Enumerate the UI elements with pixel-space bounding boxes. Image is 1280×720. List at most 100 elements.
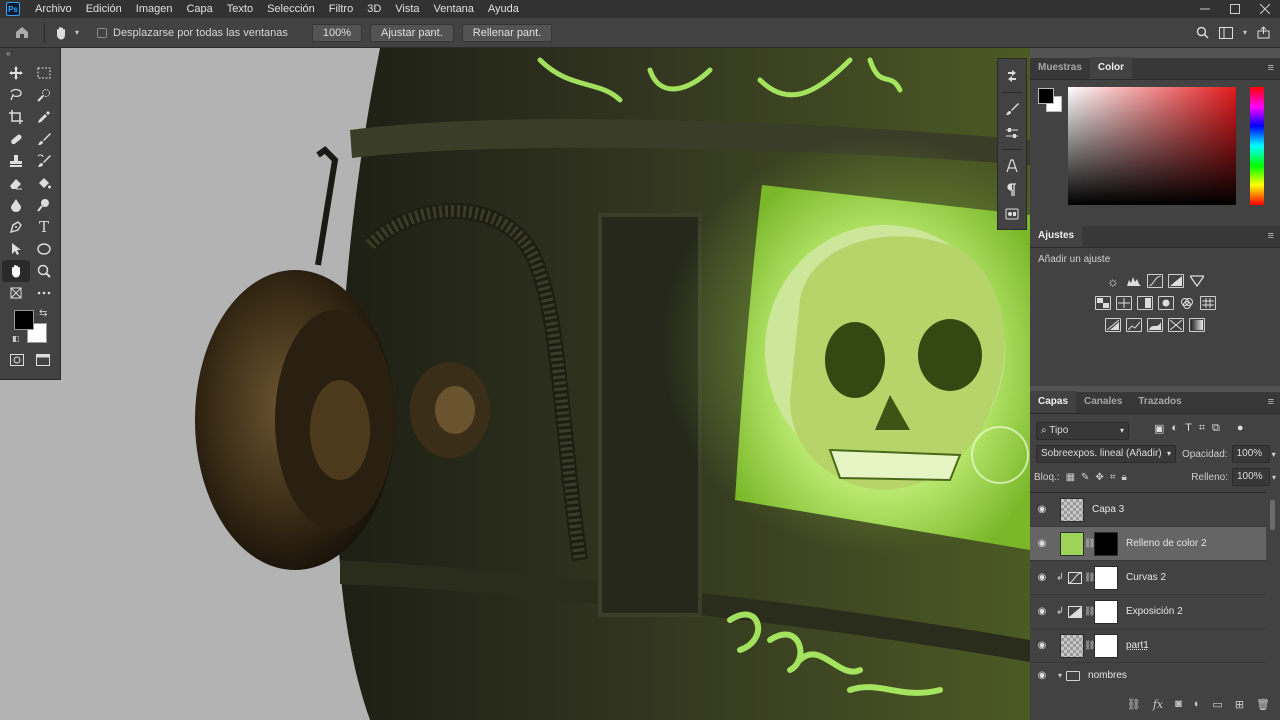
search-icon[interactable] [1196, 26, 1209, 39]
menu-ventana[interactable]: Ventana [427, 0, 481, 18]
default-colors-icon[interactable]: ◧ [12, 334, 20, 343]
opacity-chevron-icon[interactable]: ▾ [1272, 450, 1276, 459]
paint-bucket-tool-icon[interactable] [30, 172, 58, 194]
menu-capa[interactable]: Capa [179, 0, 219, 18]
pen-tool-icon[interactable] [2, 216, 30, 238]
filter-toggle-icon[interactable]: ● [1237, 422, 1244, 435]
layer-row[interactable]: ◉ Capa 3 [1030, 493, 1266, 527]
invert-icon[interactable] [1105, 318, 1121, 332]
menu-vista[interactable]: Vista [388, 0, 426, 18]
levels-icon[interactable] [1126, 274, 1142, 288]
foreground-color-swatch[interactable] [14, 310, 34, 330]
gradient-map-icon[interactable] [1189, 318, 1205, 332]
clone-stamp-tool-icon[interactable] [2, 150, 30, 172]
eraser-tool-icon[interactable] [2, 172, 30, 194]
brush-settings-icon[interactable] [1000, 98, 1024, 120]
lock-image-icon[interactable]: ✎ [1081, 472, 1089, 483]
filter-type-icon[interactable]: T [1185, 422, 1192, 435]
layer-row[interactable]: ◉ ↲ ⛓ Curvas 2 [1030, 561, 1266, 595]
visibility-eye-icon[interactable]: ◉ [1030, 504, 1054, 515]
visibility-eye-icon[interactable]: ◉ [1030, 640, 1054, 651]
new-adjustment-icon[interactable]: ◐ [1194, 698, 1201, 710]
menu-texto[interactable]: Texto [220, 0, 260, 18]
tab-capas[interactable]: Capas [1030, 391, 1077, 413]
layer-row[interactable]: ◉ ⛓ part1 [1030, 629, 1266, 663]
exposure-icon[interactable] [1168, 274, 1184, 288]
opacity-input[interactable]: 100% [1231, 445, 1270, 463]
color-picker-field[interactable] [1068, 87, 1236, 205]
fill-input[interactable]: 100% [1231, 468, 1270, 486]
filter-smart-object-icon[interactable]: ⧉ [1212, 422, 1220, 435]
channel-mixer-icon[interactable] [1179, 296, 1195, 310]
mask-link-icon[interactable]: ⛓ [1084, 606, 1095, 617]
type-tool-icon[interactable]: T [30, 216, 58, 238]
visibility-eye-icon[interactable]: ◉ [1030, 572, 1054, 583]
paragraph-icon[interactable] [1000, 179, 1024, 201]
photo-filter-icon[interactable] [1157, 296, 1174, 310]
eyedropper-tool-icon[interactable] [30, 106, 58, 128]
hand-tool-icon[interactable] [51, 26, 71, 40]
add-mask-icon[interactable]: ◙ [1175, 698, 1182, 710]
tab-trazados[interactable]: Trazados [1130, 391, 1189, 413]
hue-saturation-icon[interactable] [1094, 296, 1111, 310]
crop-tool-icon[interactable] [2, 106, 30, 128]
fill-screen-button[interactable]: Rellenar pant. [461, 23, 553, 42]
workspace-icon[interactable] [1218, 26, 1233, 39]
blur-tool-icon[interactable] [2, 194, 30, 216]
menu-ayuda[interactable]: Ayuda [481, 0, 526, 18]
visibility-eye-icon[interactable]: ◉ [1030, 670, 1054, 681]
move-tool-icon[interactable] [2, 62, 30, 84]
mask-link-icon[interactable]: ⛓ [1084, 572, 1095, 583]
hand-tool-icon[interactable] [2, 260, 30, 282]
lock-artboard-icon[interactable]: ⌗ [1110, 472, 1116, 483]
document-canvas[interactable] [0, 48, 1030, 720]
mask-link-icon[interactable]: ⛓ [1084, 538, 1095, 549]
dodge-tool-icon[interactable] [30, 194, 58, 216]
filter-shape-icon[interactable]: ⌗ [1199, 422, 1205, 435]
panel-menu-icon[interactable]: ≡ [1268, 396, 1274, 408]
visibility-eye-icon[interactable]: ◉ [1030, 538, 1054, 549]
close-icon[interactable] [1250, 0, 1280, 18]
workspace-chevron-icon[interactable]: ▾ [1243, 28, 1247, 37]
frame-tool-icon[interactable] [2, 282, 30, 304]
group-expand-chevron-icon[interactable]: ▾ [1058, 671, 1062, 680]
more-tools-icon[interactable] [30, 282, 58, 304]
new-layer-icon[interactable]: ⊞ [1235, 698, 1244, 711]
chevron-down-icon[interactable]: ▾ [71, 28, 83, 37]
share-icon[interactable] [1257, 26, 1270, 39]
layer-row[interactable]: ◉ ⛓ Relleno de color 2 [1030, 527, 1266, 561]
tools-collapse-icon[interactable]: « [0, 48, 60, 62]
panel-menu-icon[interactable]: ≡ [1268, 230, 1274, 242]
quick-mask-icon[interactable] [10, 354, 24, 366]
menu-3d[interactable]: 3D [360, 0, 388, 18]
tab-ajustes[interactable]: Ajustes [1030, 225, 1083, 247]
marquee-tool-icon[interactable] [30, 62, 58, 84]
character-icon[interactable] [1000, 155, 1024, 177]
swap-colors-icon[interactable]: ⇆ [39, 308, 47, 319]
fit-screen-button[interactable]: Ajustar pant. [370, 23, 454, 42]
tab-muestras[interactable]: Muestras [1030, 57, 1090, 79]
layer-filter-select[interactable]: ⌕ Tipo ▾ [1036, 422, 1129, 440]
delete-layer-icon[interactable]: 🗑︎ [1256, 698, 1270, 711]
mask-link-icon[interactable]: ⛓ [1084, 640, 1095, 651]
ellipse-tool-icon[interactable] [30, 238, 58, 260]
hue-slider[interactable] [1250, 87, 1264, 205]
path-selection-tool-icon[interactable] [2, 238, 30, 260]
zoom-tool-icon[interactable] [30, 260, 58, 282]
history-brush-tool-icon[interactable] [30, 150, 58, 172]
black-white-icon[interactable] [1136, 296, 1153, 310]
zoom-100-button[interactable]: 100% [311, 23, 363, 42]
layer-style-icon[interactable]: fx [1153, 698, 1163, 711]
brush-tool-icon[interactable] [30, 128, 58, 150]
properties-icon[interactable] [1000, 122, 1024, 144]
new-group-icon[interactable]: ▭ [1212, 698, 1222, 711]
vibrance-icon[interactable] [1189, 274, 1205, 288]
layer-row[interactable]: ◉ ↲ ⛓ Exposición 2 [1030, 595, 1266, 629]
threshold-icon[interactable] [1147, 318, 1163, 332]
tab-color[interactable]: Color [1089, 57, 1133, 79]
screen-mode-icon[interactable] [36, 354, 50, 366]
lasso-tool-icon[interactable] [2, 84, 30, 106]
panel-menu-icon[interactable]: ≡ [1268, 62, 1274, 74]
curves-icon[interactable] [1147, 274, 1163, 288]
menu-edicion[interactable]: Edición [79, 0, 129, 18]
